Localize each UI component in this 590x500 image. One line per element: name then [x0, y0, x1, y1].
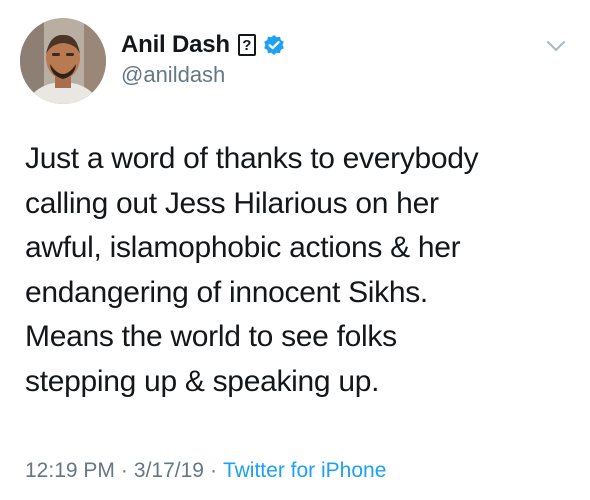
tweet-metadata: 12:19 PM · 3/17/19 · Twitter for iPhone — [25, 459, 386, 483]
tweet-text-line: awful, islamophobic actions & her — [25, 231, 461, 264]
avatar[interactable] — [20, 18, 106, 104]
tweet-text-line: calling out Jess Hilarious on her — [25, 186, 439, 220]
tweet-date[interactable]: 3/17/19 — [134, 459, 204, 483]
tweet-text-line: stepping up & speaking up. — [25, 364, 380, 398]
user-handle[interactable]: @anildash — [121, 62, 225, 88]
tweet-text-line: Just a word of thanks to everybody — [25, 142, 479, 175]
tweet-text-line: endangering of innocent Sikhs. — [25, 275, 428, 309]
metadata-separator: · — [209, 459, 217, 482]
display-name[interactable]: Anil Dash — [121, 31, 230, 59]
tweet-text-line: Means the world to see folks — [25, 320, 397, 353]
chevron-down-icon[interactable] — [545, 38, 567, 54]
tweet-time[interactable]: 12:19 PM — [25, 459, 115, 483]
tweet-text: Just a word of thanks to everybody calli… — [25, 137, 575, 404]
verified-badge-icon — [263, 34, 285, 56]
metadata-separator: · — [120, 459, 128, 482]
tweet-source-link[interactable]: Twitter for iPhone — [223, 459, 386, 483]
author-name-row[interactable]: Anil Dash ? — [121, 30, 285, 60]
unknown-glyph-icon: ? — [237, 34, 256, 56]
avatar-photo — [20, 18, 106, 104]
